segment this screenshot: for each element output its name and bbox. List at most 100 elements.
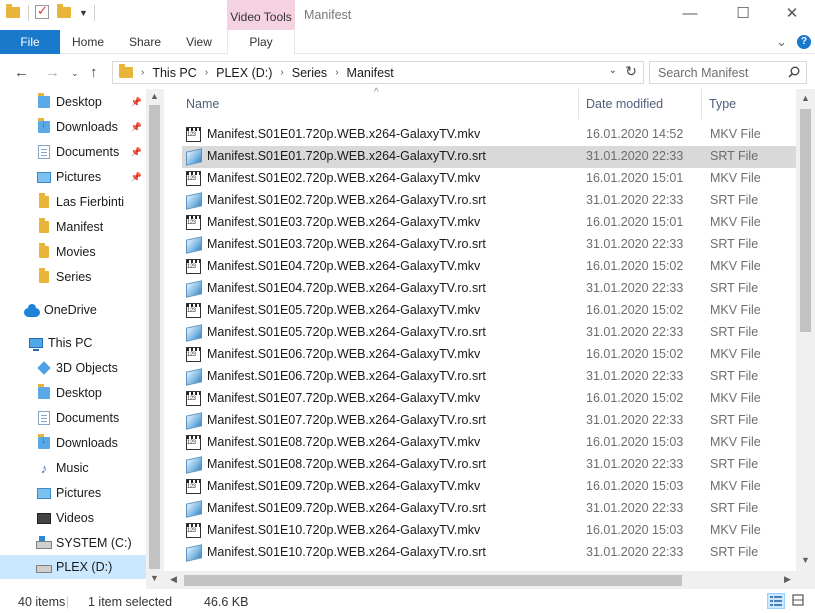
file-list-horizontal-scrollbar[interactable]: ◀ ▶ — [164, 571, 796, 589]
recent-locations-chevron-icon[interactable]: ⌄ — [71, 68, 79, 79]
forward-arrow-icon[interactable]: → — [45, 64, 60, 81]
address-bar[interactable]: › This PC › PLEX (D:) › Series › Manifes… — [112, 61, 644, 84]
customize-toolbar-dropdown[interactable]: ▼ — [79, 8, 88, 18]
file-row[interactable]: Manifest.S01E07.720p.WEB.x264-GalaxyTV.m… — [182, 388, 796, 410]
tab-file[interactable]: File — [0, 30, 60, 54]
file-row[interactable]: Manifest.S01E02.720p.WEB.x264-GalaxyTV.r… — [182, 190, 796, 212]
sidebar-item-pictures[interactable]: Pictures 📌 — [0, 165, 146, 189]
file-row[interactable]: Manifest.S01E07.720p.WEB.x264-GalaxyTV.r… — [182, 410, 796, 432]
up-arrow-icon[interactable]: ↑ — [90, 64, 98, 81]
large-icons-view-icon[interactable] — [790, 593, 808, 609]
sidebar-item-this-pc[interactable]: This PC — [0, 331, 146, 355]
folder-icon[interactable] — [6, 4, 22, 21]
expand-ribbon-chevron-icon[interactable]: ⌄ — [776, 34, 787, 50]
folder-icon — [36, 268, 52, 285]
sidebar-item-documents[interactable]: Documents — [0, 406, 146, 430]
sidebar-item-3d-objects[interactable]: 3D Objects — [0, 356, 146, 380]
tab-home[interactable]: Home — [62, 30, 114, 54]
file-row[interactable]: Manifest.S01E10.720p.WEB.x264-GalaxyTV.r… — [182, 542, 796, 564]
file-row[interactable]: Manifest.S01E08.720p.WEB.x264-GalaxyTV.r… — [182, 454, 796, 476]
refresh-icon[interactable]: ↻ — [625, 63, 637, 80]
search-icon[interactable] — [788, 66, 800, 78]
download-folder-icon — [36, 434, 52, 451]
scrollbar-thumb[interactable] — [800, 109, 811, 332]
file-row[interactable]: Manifest.S01E08.720p.WEB.x264-GalaxyTV.m… — [182, 432, 796, 454]
breadcrumb-this-pc[interactable]: This PC — [152, 66, 196, 80]
sidebar-item-series[interactable]: Series — [0, 265, 146, 289]
column-header-name[interactable]: Name — [186, 89, 576, 119]
file-row[interactable]: Manifest.S01E03.720p.WEB.x264-GalaxyTV.r… — [182, 234, 796, 256]
title-bar: ▼ Video Tools Manifest — ☐ ✕ — [0, 0, 815, 30]
close-button[interactable]: ✕ — [769, 0, 815, 30]
scrollbar-thumb[interactable] — [149, 105, 160, 569]
sidebar-item-downloads[interactable]: Downloads — [0, 431, 146, 455]
file-row[interactable]: Manifest.S01E06.720p.WEB.x264-GalaxyTV.r… — [182, 366, 796, 388]
sidebar-item-desktop[interactable]: Desktop — [0, 381, 146, 405]
minimize-button[interactable]: — — [667, 0, 713, 30]
search-box[interactable] — [649, 61, 807, 84]
file-row[interactable]: Manifest.S01E04.720p.WEB.x264-GalaxyTV.m… — [182, 256, 796, 278]
chevron-right-icon[interactable]: › — [280, 67, 283, 78]
chevron-right-icon[interactable]: › — [205, 67, 208, 78]
file-row[interactable]: Manifest.S01E01.720p.WEB.x264-GalaxyTV.m… — [182, 124, 796, 146]
sidebar-item-videos[interactable]: Videos — [0, 506, 146, 530]
sidebar-item-documents[interactable]: Documents 📌 — [0, 140, 146, 164]
sidebar-item-plex-d[interactable]: PLEX (D:) — [0, 555, 146, 579]
file-row[interactable]: Manifest.S01E09.720p.WEB.x264-GalaxyTV.m… — [182, 476, 796, 498]
sidebar-item-music[interactable]: ♪ Music — [0, 456, 146, 480]
pin-icon[interactable]: 📌 — [131, 172, 142, 183]
column-header-type[interactable]: Type — [709, 89, 789, 119]
chevron-right-icon[interactable]: › — [335, 67, 338, 78]
address-dropdown-icon[interactable]: ⌄ — [609, 65, 617, 76]
tab-view[interactable]: View — [174, 30, 224, 54]
chevron-right-icon[interactable]: › — [141, 67, 144, 78]
sidebar-item-movies[interactable]: Movies — [0, 240, 146, 264]
video-file-icon — [186, 479, 202, 495]
sidebar-item-pictures[interactable]: Pictures — [0, 481, 146, 505]
help-icon[interactable]: ? — [797, 35, 811, 49]
search-input[interactable] — [656, 63, 786, 83]
nav-scrollbar[interactable]: ▲ ▼ — [146, 89, 164, 589]
sidebar-item-las-fierbinti[interactable]: Las Fierbinti — [0, 190, 146, 214]
breadcrumb-plex[interactable]: PLEX (D:) — [216, 66, 272, 80]
sidebar-item-onedrive[interactable]: OneDrive — [0, 298, 146, 322]
file-date: 31.01.2020 22:33 — [586, 457, 684, 471]
new-folder-icon[interactable] — [57, 4, 73, 21]
file-row[interactable]: Manifest.S01E05.720p.WEB.x264-GalaxyTV.m… — [182, 300, 796, 322]
subtitle-file-icon — [186, 412, 202, 430]
properties-icon[interactable] — [35, 3, 51, 21]
file-list-vertical-scrollbar[interactable]: ▲ ▼ — [796, 89, 815, 572]
file-row[interactable]: Manifest.S01E05.720p.WEB.x264-GalaxyTV.r… — [182, 322, 796, 344]
scrollbar-thumb[interactable] — [184, 575, 682, 586]
pin-icon[interactable]: 📌 — [131, 122, 142, 133]
sidebar-item-manifest[interactable]: Manifest — [0, 215, 146, 239]
file-row[interactable]: Manifest.S01E01.720p.WEB.x264-GalaxyTV.r… — [182, 146, 796, 168]
file-row[interactable]: Manifest.S01E09.720p.WEB.x264-GalaxyTV.r… — [182, 498, 796, 520]
sidebar-item-downloads[interactable]: Downloads 📌 — [0, 115, 146, 139]
sidebar-item-desktop[interactable]: Desktop 📌 — [0, 90, 146, 114]
back-arrow-icon[interactable]: ← — [14, 64, 29, 81]
file-row[interactable]: Manifest.S01E03.720p.WEB.x264-GalaxyTV.m… — [182, 212, 796, 234]
details-view-icon[interactable] — [767, 593, 785, 609]
tab-share[interactable]: Share — [118, 30, 172, 54]
scroll-up-icon[interactable]: ▲ — [801, 93, 810, 103]
scroll-right-icon[interactable]: ▶ — [784, 574, 791, 585]
maximize-button[interactable]: ☐ — [720, 0, 766, 30]
tab-play[interactable]: Play — [227, 30, 295, 54]
breadcrumb-series[interactable]: Series — [292, 66, 327, 80]
file-row[interactable]: Manifest.S01E04.720p.WEB.x264-GalaxyTV.r… — [182, 278, 796, 300]
sidebar-item-system-c[interactable]: SYSTEM (C:) — [0, 531, 146, 555]
pin-icon[interactable]: 📌 — [131, 97, 142, 108]
scroll-up-icon[interactable]: ▲ — [150, 91, 159, 101]
column-header-date[interactable]: Date modified — [586, 89, 696, 119]
column-divider[interactable] — [701, 89, 702, 119]
file-row[interactable]: Manifest.S01E06.720p.WEB.x264-GalaxyTV.m… — [182, 344, 796, 366]
scroll-down-icon[interactable]: ▼ — [801, 555, 810, 565]
breadcrumb-manifest[interactable]: Manifest — [347, 66, 394, 80]
column-divider[interactable] — [578, 89, 579, 119]
file-row[interactable]: Manifest.S01E02.720p.WEB.x264-GalaxyTV.m… — [182, 168, 796, 190]
file-row[interactable]: Manifest.S01E10.720p.WEB.x264-GalaxyTV.m… — [182, 520, 796, 542]
scroll-left-icon[interactable]: ◀ — [170, 574, 177, 585]
scroll-down-icon[interactable]: ▼ — [150, 573, 159, 583]
pin-icon[interactable]: 📌 — [131, 147, 142, 158]
